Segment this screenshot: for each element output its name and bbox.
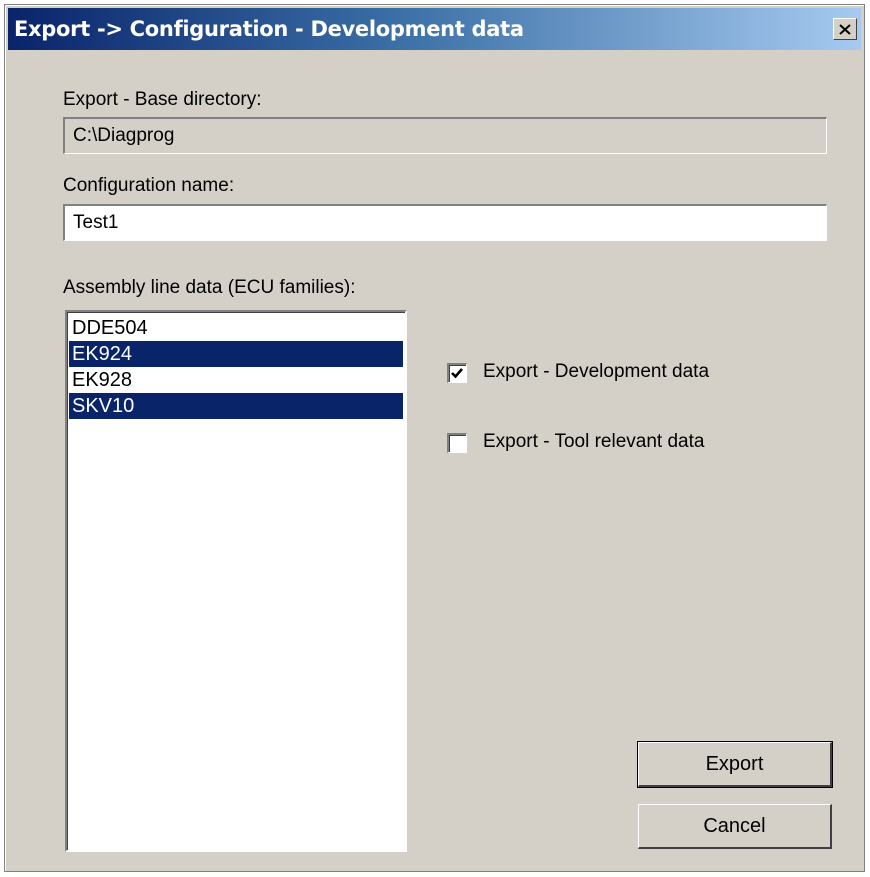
cancel-button[interactable]: Cancel: [638, 804, 832, 849]
list-item-skv10[interactable]: SKV10: [69, 393, 403, 419]
checkmark-icon: [451, 368, 463, 379]
export-button[interactable]: Export: [637, 741, 833, 788]
close-icon: [839, 23, 851, 35]
development-data-label[interactable]: Export - Development data: [483, 361, 709, 383]
configuration-name-label: Configuration name:: [63, 175, 235, 196]
tool-relevant-data-checkbox[interactable]: [447, 433, 467, 453]
configuration-name-input[interactable]: [63, 204, 827, 241]
list-item-ek924[interactable]: EK924: [69, 341, 403, 367]
title-bar[interactable]: Export -> Configuration - Development da…: [8, 8, 861, 50]
list-item-dde504[interactable]: DDE504: [69, 315, 403, 341]
base-directory-label: Export - Base directory:: [63, 89, 262, 110]
export-configuration-dialog: Export -> Configuration - Development da…: [4, 4, 865, 872]
development-data-checkbox[interactable]: [447, 363, 467, 383]
list-item-ek928[interactable]: EK928: [69, 367, 403, 393]
assembly-line-label: Assembly line data (ECU families):: [63, 277, 356, 298]
ecu-families-listbox[interactable]: DDE504 EK924 EK928 SKV10: [65, 310, 407, 852]
base-directory-field: [63, 117, 827, 154]
dialog-title: Export -> Configuration - Development da…: [14, 17, 524, 41]
tool-relevant-data-label[interactable]: Export - Tool relevant data: [483, 431, 704, 453]
close-button[interactable]: [833, 18, 857, 40]
